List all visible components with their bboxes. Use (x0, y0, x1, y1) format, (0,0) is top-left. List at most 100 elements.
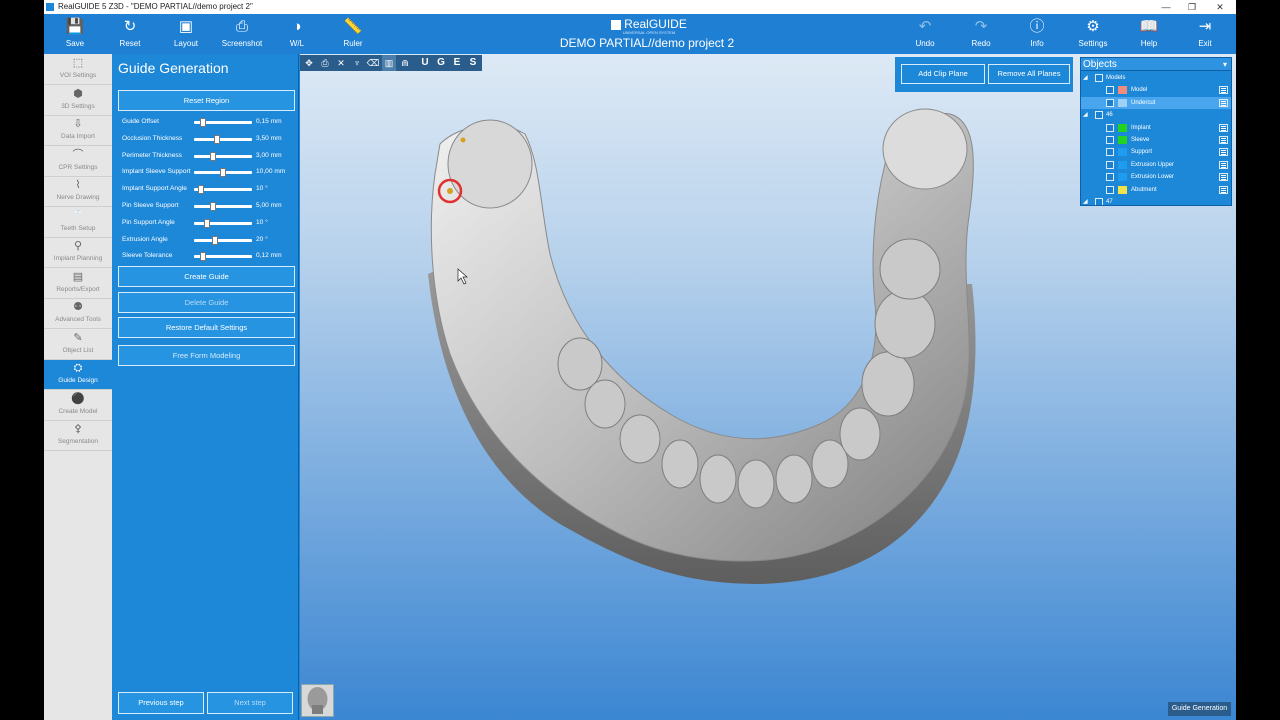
sidebar-item-nerve-drawing[interactable]: ⌇ Nerve Drawing (44, 177, 112, 207)
comb-icon[interactable]: ▥ (382, 55, 396, 71)
object-row-47[interactable]: ◢ 47 (1081, 196, 1231, 205)
visibility-checkbox[interactable] (1106, 173, 1114, 182)
object-row-models[interactable]: ◢ Models (1081, 72, 1231, 84)
color-swatch[interactable] (1118, 160, 1127, 169)
object-row-support[interactable]: Support (1081, 146, 1231, 158)
redo-button[interactable]: ↷ Redo (953, 16, 1009, 52)
object-row-extrusion-upper[interactable]: Extrusion Upper (1081, 159, 1231, 171)
previous-step-button[interactable]: Previous step (118, 692, 204, 714)
free-form-modeling-button[interactable]: Free Form Modeling (118, 345, 295, 366)
visibility-checkbox[interactable] (1106, 148, 1114, 157)
object-row-implant[interactable]: Implant (1081, 122, 1231, 134)
sidebar-item-guide-design[interactable]: ⛭ Guide Design (44, 360, 112, 390)
minimize-button[interactable]: — (1152, 0, 1180, 14)
restore-button[interactable]: ❐ (1178, 0, 1206, 14)
help-button[interactable]: 📖 Help (1121, 16, 1177, 52)
visibility-checkbox[interactable] (1095, 111, 1103, 120)
row-menu-icon[interactable] (1219, 185, 1228, 194)
reset-region-button[interactable]: Reset Region (118, 90, 295, 111)
sidebar-item-create-model[interactable]: ⚫ Create Model (44, 391, 112, 421)
save-button[interactable]: 💾 Save (47, 16, 103, 52)
sidebar-item-implant-planning[interactable]: ⚲ Implant Planning (44, 238, 112, 268)
row-menu-icon[interactable] (1219, 98, 1228, 107)
view-g-button[interactable]: G (434, 55, 448, 71)
slider-thumb[interactable] (209, 202, 216, 211)
object-row-extrusion-lower[interactable]: Extrusion Lower (1081, 171, 1231, 183)
param-slider[interactable] (194, 168, 252, 178)
ruler-button[interactable]: 📏 Ruler (325, 16, 381, 52)
visibility-checkbox[interactable] (1106, 185, 1114, 194)
param-slider[interactable] (194, 185, 252, 195)
param-slider[interactable] (194, 252, 252, 262)
reset-button[interactable]: ↻ Reset (102, 16, 158, 52)
visibility-checkbox[interactable] (1095, 198, 1103, 205)
screenshot-button[interactable]: ⎙ Screenshot (214, 16, 270, 52)
sidebar-item-segmentation[interactable]: ⚴ Segmentation (44, 421, 112, 451)
slider-thumb[interactable] (200, 252, 207, 262)
slider-thumb[interactable] (204, 218, 211, 228)
visibility-checkbox[interactable] (1106, 160, 1114, 169)
visibility-checkbox[interactable] (1095, 74, 1103, 82)
color-swatch[interactable] (1118, 185, 1127, 194)
3d-viewport[interactable]: ✥ ⎙ ✕ ♆ ⌫ ▥ ⋒ U G E S Add Clip Plane Remove All Pl… (300, 54, 1236, 720)
tree-expand-icon[interactable]: ◢ (1083, 196, 1088, 205)
implant-icon[interactable]: ♆ (350, 55, 364, 71)
color-swatch[interactable] (1118, 98, 1127, 107)
tree-expand-icon[interactable]: ◢ (1083, 109, 1088, 121)
objects-header[interactable]: Objects ▾ (1081, 58, 1231, 71)
row-menu-icon[interactable] (1219, 148, 1228, 157)
color-swatch[interactable] (1118, 148, 1127, 157)
delete-guide-button[interactable]: Delete Guide (118, 292, 295, 313)
param-slider[interactable] (194, 118, 252, 127)
color-swatch[interactable] (1118, 86, 1127, 95)
param-slider[interactable] (194, 202, 252, 211)
camera-icon[interactable]: ⎙ (318, 55, 332, 71)
slider-thumb[interactable] (220, 168, 226, 178)
sidebar-item-cpr-settings[interactable]: ⌒ CPR Settings (44, 147, 112, 177)
slider-thumb[interactable] (212, 235, 219, 245)
color-swatch[interactable] (1118, 173, 1127, 182)
restore-defaults-button[interactable]: Restore Default Settings (118, 317, 295, 338)
sidebar-item-3d-settings[interactable]: ⬢ 3D Settings (44, 86, 112, 116)
undo-button[interactable]: ↶ Undo (897, 16, 953, 52)
object-row-46[interactable]: ◢ 46 (1081, 109, 1231, 121)
param-slider[interactable] (194, 218, 252, 228)
visibility-checkbox[interactable] (1106, 86, 1114, 95)
layout-button[interactable]: ▣ Layout (158, 16, 214, 52)
param-slider[interactable] (194, 134, 252, 144)
color-swatch[interactable] (1118, 123, 1127, 132)
add-clip-plane-button[interactable]: Add Clip Plane (901, 64, 985, 84)
sidebar-item-advanced-tools[interactable]: ⚉ Advanced Tools (44, 299, 112, 329)
exit-button[interactable]: ⇥ Exit (1177, 16, 1233, 52)
object-row-model[interactable]: Model (1081, 84, 1231, 96)
visibility-checkbox[interactable] (1106, 98, 1114, 107)
slider-thumb[interactable] (200, 118, 207, 127)
orientation-head-thumbnail[interactable] (301, 684, 334, 717)
close-button[interactable]: ✕ (1206, 0, 1234, 14)
row-menu-icon[interactable] (1219, 160, 1228, 169)
wl-button[interactable]: ◑ W/L (269, 16, 325, 52)
view-s-button[interactable]: S (466, 55, 480, 71)
slider-thumb[interactable] (198, 185, 205, 195)
view-u-button[interactable]: U (418, 55, 432, 71)
object-row-sleeve[interactable]: Sleeve (1081, 134, 1231, 146)
info-button[interactable]: ⓘ Info (1009, 16, 1065, 52)
slider-thumb[interactable] (213, 134, 220, 144)
move-tool-icon[interactable]: ✥ (302, 55, 316, 71)
next-step-button[interactable]: Next step (207, 692, 293, 714)
arch-icon[interactable]: ⋒ (398, 55, 412, 71)
object-row-undercut[interactable]: Undercut (1081, 96, 1231, 109)
row-menu-icon[interactable] (1219, 173, 1228, 182)
sidebar-item-data-import[interactable]: ⇩ Data Import (44, 116, 112, 146)
create-guide-button[interactable]: Create Guide (118, 266, 295, 287)
remove-all-planes-button[interactable]: Remove All Planes (988, 64, 1070, 84)
view-e-button[interactable]: E (450, 55, 464, 71)
sidebar-item-teeth-setup[interactable]: 🦷 Teeth Setup (44, 208, 112, 238)
visibility-checkbox[interactable] (1106, 123, 1114, 132)
slider-thumb[interactable] (209, 151, 216, 161)
settings-button[interactable]: ⚙ Settings (1065, 16, 1121, 52)
sidebar-item-object-list[interactable]: ✎ Object List (44, 330, 112, 360)
close-icon[interactable]: ✕ (334, 55, 348, 71)
param-slider[interactable] (194, 235, 252, 245)
param-slider[interactable] (194, 151, 252, 161)
